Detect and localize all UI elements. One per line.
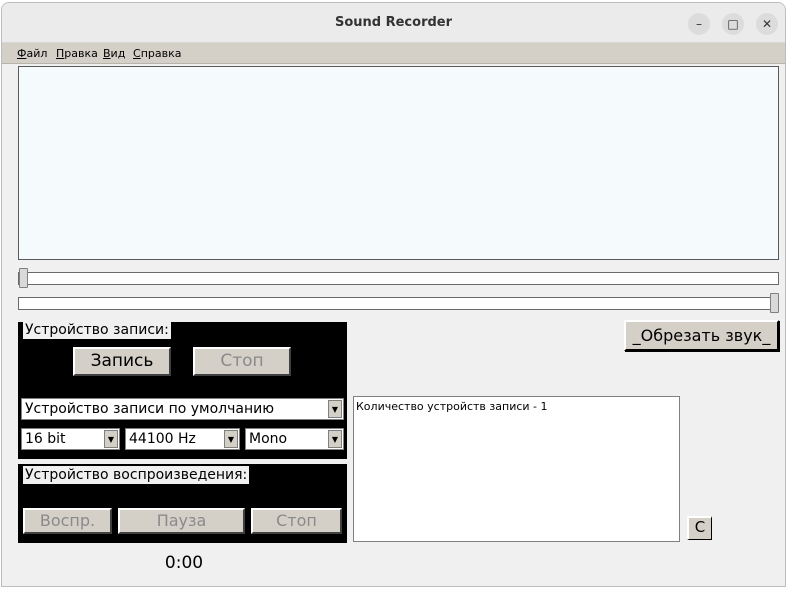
close-button[interactable]: ✕	[756, 13, 778, 35]
dropdown-arrow-icon: ▼	[104, 430, 118, 448]
playback-stop-button[interactable]: Стоп	[251, 508, 342, 534]
recording-device-value: Устройство записи по умолчанию	[25, 401, 274, 417]
menu-view[interactable]: Вид	[103, 47, 125, 60]
maximize-button[interactable]: □	[722, 13, 744, 35]
dropdown-arrow-icon: ▼	[328, 400, 342, 418]
play-button[interactable]: Воспр.	[23, 508, 112, 534]
bit-depth-select[interactable]: 16 bit ▼	[21, 428, 120, 450]
recording-group-label: Устройство записи:	[23, 321, 171, 339]
position-slider-thumb[interactable]	[19, 268, 28, 288]
trim-slider-track[interactable]	[18, 297, 779, 310]
clear-log-button[interactable]: C	[687, 516, 712, 540]
window-title: Sound Recorder	[334, 15, 453, 30]
channels-value: Mono	[249, 431, 288, 447]
trim-sound-button[interactable]: _Обрезать звук_	[624, 320, 779, 351]
dropdown-arrow-icon: ▼	[224, 430, 238, 448]
trim-slider-thumb[interactable]	[770, 293, 779, 313]
playback-group-label: Устройство воспроизведения:	[23, 466, 250, 484]
app-window: Sound Recorder – □ ✕ Файл Правка Вид Спр…	[1, 2, 786, 587]
position-slider-track[interactable]	[18, 272, 779, 285]
dropdown-arrow-icon: ▼	[328, 430, 342, 448]
title-bar: Sound Recorder – □ ✕	[2, 3, 785, 43]
menu-edit[interactable]: Правка	[56, 47, 98, 60]
sample-rate-value: 44100 Hz	[129, 431, 196, 447]
log-output[interactable]: Количество устройств записи - 1	[353, 396, 680, 542]
minimize-button[interactable]: –	[688, 13, 710, 35]
bit-depth-value: 16 bit	[25, 431, 66, 447]
pause-button[interactable]: Пауза	[118, 508, 245, 534]
sample-rate-select[interactable]: 44100 Hz ▼	[125, 428, 240, 450]
elapsed-time: 0:00	[164, 553, 204, 573]
channels-select[interactable]: Mono ▼	[245, 428, 344, 450]
record-stop-button[interactable]: Стоп	[193, 347, 291, 376]
waveform-display[interactable]	[18, 66, 779, 260]
menu-bar: Файл Правка Вид Справка	[2, 43, 785, 64]
record-button[interactable]: Запись	[73, 347, 171, 376]
recording-device-select[interactable]: Устройство записи по умолчанию ▼	[21, 398, 344, 420]
menu-help[interactable]: Справка	[133, 47, 181, 60]
menu-file[interactable]: Файл	[17, 47, 47, 60]
